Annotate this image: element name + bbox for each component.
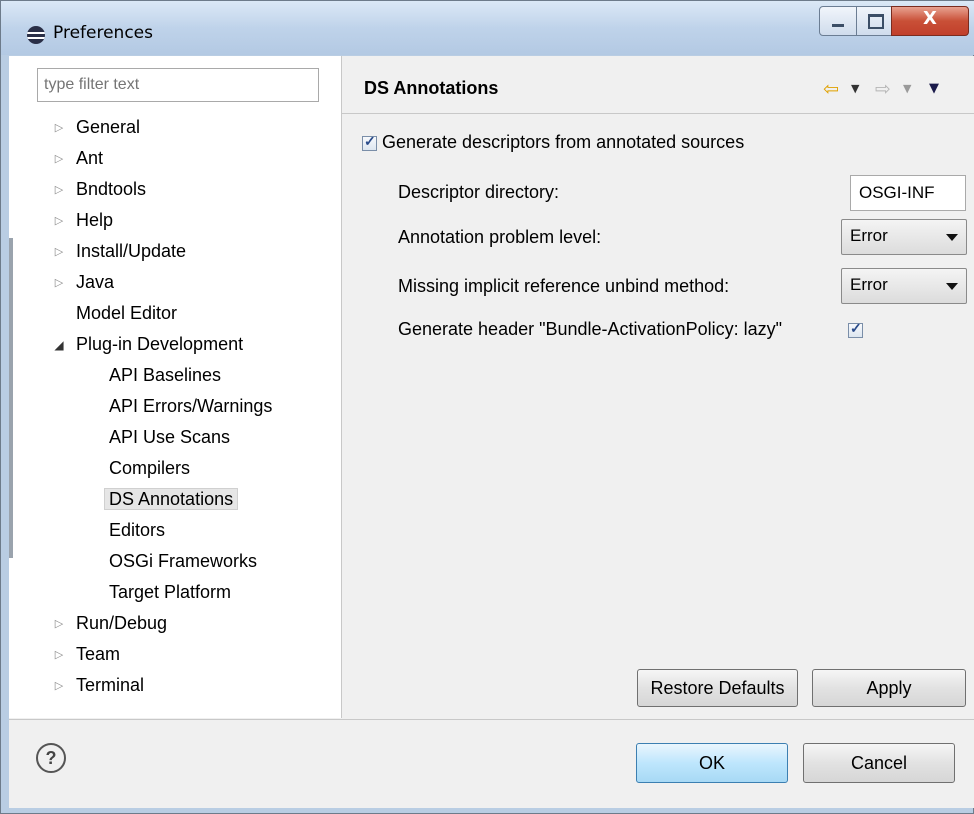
tree-item[interactable]: ▷ Help [55,206,114,234]
tree-item-label: Plug-in Development [76,334,244,354]
tree-item[interactable]: Model Editor [76,299,177,327]
tree-item-label: Editors [109,520,166,540]
tree-item[interactable]: API Errors/Warnings [109,392,272,420]
collapsed-triangle-icon[interactable]: ▷ [52,207,66,235]
chevron-down-icon [946,234,958,241]
help-icon[interactable]: ? [36,743,66,773]
tree-item[interactable]: Target Platform [109,578,231,606]
tree-item-label: API Errors/Warnings [109,396,273,416]
tree-item[interactable]: ◢ Plug-in Development [54,330,244,358]
tree-item-label: Java [76,272,115,292]
window-edge-highlight [9,238,13,558]
minimize-icon [832,24,844,27]
tree-item-label: Terminal [76,675,145,695]
tree-item-label: API Use Scans [109,427,231,447]
collapsed-triangle-icon[interactable]: ▷ [52,176,66,204]
annotation-problem-level-value: Error [850,226,888,245]
collapsed-triangle-icon[interactable]: ▷ [52,641,66,669]
descriptor-directory-input[interactable] [850,175,966,211]
page-title: DS Annotations [364,78,499,98]
tree-item[interactable]: ▷ Team [55,640,121,668]
title-bar: Preferences X [1,1,974,55]
collapsed-triangle-icon[interactable]: ▷ [52,269,66,297]
apply-button[interactable]: Apply [812,669,966,707]
tree-item-label: Compilers [109,458,191,478]
tree-item[interactable]: ▷ Bndtools [55,175,147,203]
tree-item-label: Target Platform [109,582,232,602]
preference-page: DS Annotations ⇦ ▼ ⇨ ▼ ▼ ✓ Generate desc… [342,56,974,718]
page-navigation: ⇦ ▼ ⇨ ▼ ▼ [811,77,961,101]
tree-item-label: Install/Update [76,241,187,261]
tree-item-label: Run/Debug [76,613,168,633]
dialog-client-area: ▷ General ▷ Ant ▷ Bndtools ▷ Help ▷ Install/Updat… [9,56,974,808]
tree-item-label: DS Annotations [104,488,239,510]
tree-item[interactable]: ▷ Terminal [55,671,145,699]
tree-item-label: Ant [76,148,104,168]
expanded-triangle-icon[interactable]: ◢ [52,331,66,359]
ok-button[interactable]: OK [636,743,788,783]
descriptor-directory-label: Descriptor directory: [398,182,560,202]
eclipse-icon [27,26,45,44]
annotation-problem-level-select[interactable]: Error [841,219,967,255]
collapsed-triangle-icon[interactable]: ▷ [52,610,66,638]
forward-menu-chevron-down-icon[interactable]: ▼ [903,77,911,101]
chevron-down-icon [946,283,958,290]
window-title: Preferences [53,23,153,43]
activation-policy-checkbox[interactable]: ✓ [848,320,863,338]
maximize-button[interactable] [856,6,892,36]
tree-item[interactable]: API Use Scans [109,423,230,451]
missing-unbind-value: Error [850,275,888,294]
preference-tree-pane: ▷ General ▷ Ant ▷ Bndtools ▷ Help ▷ Install/Updat… [9,56,342,718]
restore-defaults-button[interactable]: Restore Defaults [637,669,798,707]
title-separator [342,113,974,114]
tree-item-label: Help [76,210,114,230]
generate-descriptors-label: Generate descriptors from annotated sour… [382,132,745,152]
tree-item-label: API Baselines [109,365,222,385]
tree-item[interactable]: ▷ Run/Debug [55,609,168,637]
tree-item-label: OSGi Frameworks [109,551,258,571]
collapsed-triangle-icon[interactable]: ▷ [52,114,66,142]
tree-item[interactable]: ▷ General [55,113,141,141]
close-button[interactable]: X [891,6,969,36]
tree-item[interactable]: ▷ Install/Update [55,237,187,265]
close-icon: X [923,8,937,29]
missing-unbind-select[interactable]: Error [841,268,967,304]
view-menu-chevron-down-icon[interactable]: ▼ [929,77,939,101]
collapsed-triangle-icon[interactable]: ▷ [52,238,66,266]
generate-descriptors-checkbox[interactable]: ✓ [362,133,377,151]
missing-unbind-label: Missing implicit reference unbind method… [398,276,730,296]
arrow-right-icon[interactable]: ⇨ [875,77,891,101]
activation-policy-row[interactable]: Generate header "Bundle-ActivationPolicy… [398,319,863,340]
tree-item[interactable]: Compilers [109,454,190,482]
check-icon: ✓ [850,320,862,336]
check-icon: ✓ [364,133,376,149]
annotation-problem-level-label: Annotation problem level: [398,227,602,247]
arrow-left-icon[interactable]: ⇦ [823,77,839,101]
collapsed-triangle-icon[interactable]: ▷ [52,672,66,700]
back-menu-chevron-down-icon[interactable]: ▼ [851,77,859,101]
tree-item-label: Bndtools [76,179,147,199]
cancel-button[interactable]: Cancel [803,743,955,783]
tree-item-label: Model Editor [76,303,178,323]
activation-policy-label: Generate header "Bundle-ActivationPolicy… [398,319,782,339]
preferences-window: Preferences X ▷ General ▷ Ant ▷ Bndtools ▷ Help… [0,0,974,814]
maximize-icon [868,14,884,29]
filter-input[interactable] [37,68,319,102]
tree-item-label: Team [76,644,121,664]
tree-item-label: General [76,117,141,137]
minimize-button[interactable] [819,6,857,36]
tree-item[interactable]: OSGi Frameworks [109,547,257,575]
tree-item[interactable]: API Baselines [109,361,221,389]
dialog-button-bar: ? OK Cancel [9,719,974,808]
collapsed-triangle-icon[interactable]: ▷ [52,145,66,173]
tree-item[interactable]: Editors [109,516,165,544]
tree-item[interactable]: ▷ Ant [55,144,104,172]
tree-item[interactable]: DS Annotations [104,485,239,513]
tree-item[interactable]: ▷ Java [55,268,115,296]
